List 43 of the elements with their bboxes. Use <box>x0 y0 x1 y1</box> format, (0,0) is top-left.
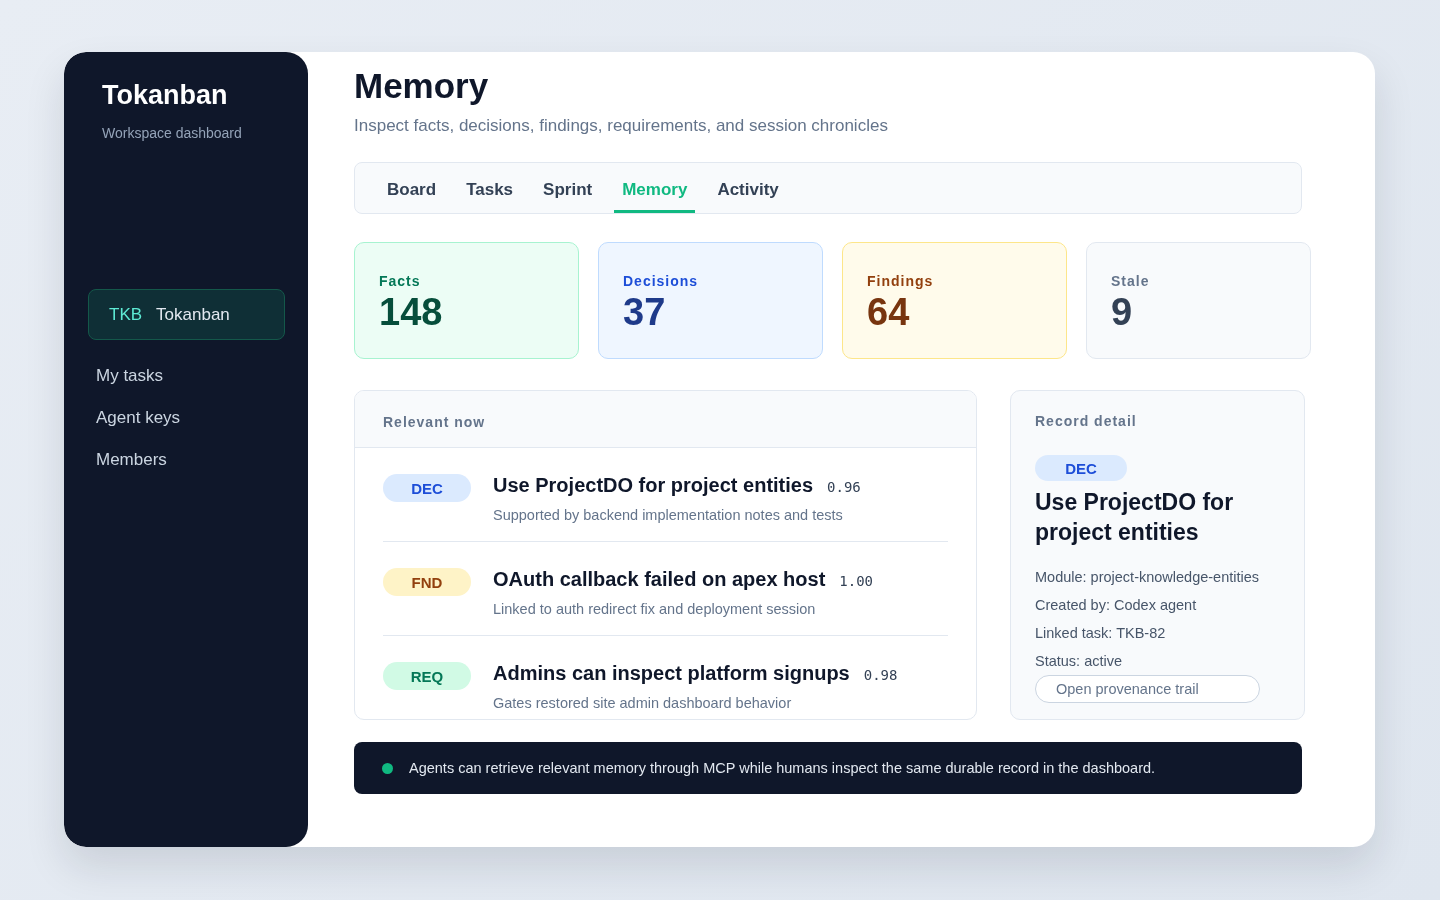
detail-field: Module: project-knowledge-entities <box>1035 563 1260 591</box>
type-tag: DEC <box>383 474 471 502</box>
record-note: Gates restored site admin dashboard behavior <box>493 695 793 711</box>
type-tag: DEC <box>1035 455 1127 481</box>
provenance-button[interactable]: Open provenance trail <box>1035 675 1260 703</box>
record-title[interactable]: Admins can inspect platform signups <box>493 662 850 685</box>
brand-subtitle: Workspace dashboard <box>102 125 242 141</box>
panel-heading: Relevant now <box>383 414 486 430</box>
tab[interactable]: Sprint <box>535 163 601 213</box>
detail-field: Created by: Codex agent <box>1035 591 1197 619</box>
type-tag: REQ <box>383 662 471 690</box>
status-dot-icon <box>382 762 393 774</box>
stat-value: 148 <box>379 291 443 334</box>
tab[interactable]: Board <box>379 163 445 213</box>
panel-heading: Record detail <box>1035 413 1137 429</box>
stat-label: Facts <box>379 273 421 289</box>
tab[interactable]: Activity <box>709 163 787 213</box>
stat-label: Stale <box>1111 273 1150 289</box>
detail-title: Use ProjectDO for project entities <box>1035 488 1235 547</box>
sidebar-item[interactable]: Agent keys <box>96 408 181 428</box>
stat-value: 37 <box>623 291 666 334</box>
stat-label: Findings <box>867 273 934 289</box>
detail-field: Linked task: TKB-82 <box>1035 619 1166 647</box>
project-item[interactable]: TKB Tokanban <box>88 289 285 340</box>
relevance-score: 1.00 <box>839 573 873 589</box>
type-tag: FND <box>383 568 471 596</box>
sidebar-item[interactable]: My tasks <box>96 366 164 386</box>
tab[interactable]: Tasks <box>458 163 522 213</box>
record-title[interactable]: Use ProjectDO for project entities <box>493 474 814 497</box>
record-title[interactable]: OAuth callback failed on apex host <box>493 568 826 591</box>
stat-label: Decisions <box>623 273 699 289</box>
page-subtitle: Inspect facts, decisions, findings, requirements, and session chronicles <box>354 116 889 136</box>
page-title: Memory <box>354 66 490 106</box>
sidebar-item[interactable]: Members <box>96 450 167 470</box>
stat-value: 9 <box>1111 291 1133 334</box>
brand-title: Tokanban <box>102 80 228 111</box>
record-note: Supported by backend implementation notes and tests <box>493 507 844 523</box>
detail-field: Status: active <box>1035 647 1123 675</box>
relevance-score: 0.98 <box>863 667 898 683</box>
stat-value: 64 <box>867 291 910 334</box>
banner-text: Agents can retrieve relevant memory through MCP while humans inspect the same durable record in the dashboard. <box>409 760 1156 776</box>
relevance-score: 0.96 <box>827 479 861 495</box>
record-note: Linked to auth redirect fix and deployment session <box>493 601 817 617</box>
